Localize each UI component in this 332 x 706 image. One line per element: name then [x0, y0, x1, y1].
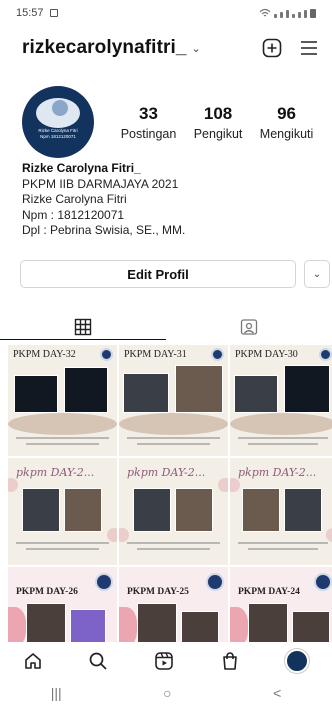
post-title: pkpm DAY-2...	[238, 466, 317, 479]
home-icon[interactable]	[23, 651, 43, 671]
chevron-down-icon: ⌄	[191, 42, 201, 55]
username: rizkecarolynafitri_	[22, 37, 187, 58]
post-title: PKPM DAY-25	[127, 587, 189, 597]
bio-line: PKPM IIB DARMAJAYA 2021	[22, 176, 179, 191]
logo-badge-icon	[95, 573, 113, 591]
suggestions-dropdown-button[interactable]: ⌄	[304, 260, 330, 288]
stat-following[interactable]: 96 Mengikuti	[260, 104, 314, 141]
stat-posts-label: Postingan	[120, 126, 177, 141]
shop-icon[interactable]	[220, 651, 240, 671]
logo-badge-icon	[206, 573, 224, 591]
post-title: pkpm DAY-2...	[16, 466, 95, 479]
reels-icon[interactable]	[154, 651, 174, 671]
profile-summary: Rizke Carolyna Fitri Npm 1812120071 33 P…	[22, 86, 322, 158]
status-time: 15:57	[16, 7, 44, 19]
post-thumbnail[interactable]: PKPM DAY-26	[8, 567, 117, 642]
bio-line: Dpl : Pebrina Swisia, SE., MM.	[22, 223, 186, 238]
bottom-navigation	[0, 642, 332, 680]
tagged-icon	[240, 319, 258, 335]
logo-badge-icon	[211, 348, 224, 361]
post-thumbnail[interactable]: pkpm DAY-2...	[8, 458, 117, 565]
logo-badge-icon	[319, 348, 332, 361]
stat-following-label: Mengikuti	[259, 126, 314, 141]
profile-actions: Edit Profil ⌄	[20, 260, 330, 288]
bio-line: Npm : 1812120071	[22, 207, 125, 222]
logo-badge-icon	[314, 573, 332, 591]
battery-icon	[310, 9, 316, 18]
search-icon[interactable]	[88, 651, 108, 671]
profile-header: rizkecarolynafitri_ ⌄	[0, 30, 332, 66]
status-bar: 15:57	[0, 0, 332, 26]
chevron-down-icon: ⌄	[312, 268, 322, 280]
post-thumbnail[interactable]: PKPM DAY-31	[119, 345, 228, 456]
post-thumbnail[interactable]: PKPM DAY-30	[230, 345, 332, 456]
bio-line: Rizke Carolyna Fitri	[22, 192, 127, 207]
signal-icons	[259, 8, 316, 18]
tab-posts-grid[interactable]	[0, 314, 166, 340]
stat-followers-label: Pengikut	[193, 126, 243, 141]
post-thumbnail[interactable]: pkpm DAY-2...	[119, 458, 228, 565]
recents-button[interactable]: |||	[51, 685, 62, 701]
home-button[interactable]: ○	[163, 685, 171, 701]
tab-tagged[interactable]	[166, 314, 332, 340]
post-title: PKPM DAY-31	[124, 349, 187, 360]
post-title: PKPM DAY-32	[13, 349, 76, 360]
stat-posts[interactable]: 33 Postingan	[121, 104, 177, 141]
avatar[interactable]: Rizke Carolyna Fitri Npm 1812120071	[22, 86, 94, 158]
display-name: Rizke Carolyna Fitri_	[22, 161, 141, 175]
notification-icon	[49, 9, 58, 17]
profile-tabs	[0, 314, 332, 340]
avatar-caption-npm: Npm 1812120071	[40, 134, 76, 139]
grid-icon	[74, 318, 92, 335]
menu-icon[interactable]	[300, 40, 318, 56]
add-post-icon[interactable]	[262, 38, 282, 58]
wifi-icon	[259, 8, 271, 17]
back-button[interactable]: <	[273, 685, 281, 701]
stat-posts-value: 33	[139, 103, 158, 123]
post-title: pkpm DAY-2...	[127, 466, 206, 479]
posts-grid: PKPM DAY-32 PKPM DAY-31 PKPM DAY-30 pkpm…	[8, 345, 332, 642]
edit-profile-button[interactable]: Edit Profil	[20, 260, 296, 288]
account-switcher[interactable]: rizkecarolynafitri_ ⌄	[22, 37, 201, 59]
system-navigation: ||| ○ <	[0, 680, 332, 706]
post-thumbnail[interactable]: PKPM DAY-32	[8, 345, 117, 456]
stat-followers-value: 108	[203, 103, 233, 123]
post-title: PKPM DAY-24	[238, 587, 300, 597]
post-thumbnail[interactable]: PKPM DAY-24	[230, 567, 332, 642]
post-thumbnail[interactable]: pkpm DAY-2...	[230, 458, 332, 565]
logo-badge-icon	[100, 348, 113, 361]
stat-followers[interactable]: 108 Pengikut	[194, 104, 243, 141]
profile-avatar[interactable]	[285, 649, 310, 673]
profile-bio: Rizke Carolyna Fitri_ PKPM IIB DARMAJAYA…	[22, 161, 322, 239]
post-title: PKPM DAY-30	[235, 349, 298, 360]
post-thumbnail[interactable]: PKPM DAY-25	[119, 567, 228, 642]
post-title: PKPM DAY-26	[16, 587, 78, 597]
stat-following-value: 96	[277, 103, 296, 123]
